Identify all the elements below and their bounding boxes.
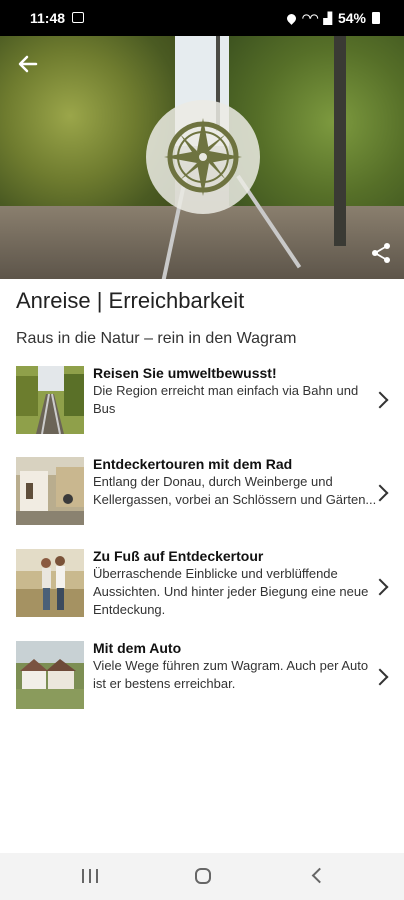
home-icon[interactable] xyxy=(195,868,211,884)
bike-thumbnail xyxy=(16,457,84,525)
system-navigation-bar xyxy=(0,853,404,900)
list-item-car[interactable]: Mit dem Auto Viele Wege führen zum Wagra… xyxy=(0,639,404,719)
status-icons: ◠◠ ▟ 54% xyxy=(285,10,380,26)
page-title: Anreise | Erreichbarkeit xyxy=(16,288,245,313)
hero-image xyxy=(0,36,404,279)
hero-pole xyxy=(334,36,346,246)
status-bar: 11:48 ◠◠ ▟ 54% xyxy=(0,0,404,36)
status-time: 11:48 xyxy=(30,10,66,26)
train-thumbnail xyxy=(16,366,84,434)
item-title: Zu Fuß auf Entdeckertour xyxy=(93,548,264,564)
list-item-text: Mit dem Auto Viele Wege führen zum Wagra… xyxy=(93,639,378,693)
list-item-text: Zu Fuß auf Entdeckertour Überraschende E… xyxy=(93,547,378,619)
location-icon xyxy=(285,11,298,25)
recent-apps-icon[interactable] xyxy=(82,869,98,883)
share-icon[interactable] xyxy=(368,240,394,266)
back-arrow-icon[interactable] xyxy=(14,50,42,78)
list-item-text: Reisen Sie umweltbewusst! Die Region err… xyxy=(93,364,378,418)
item-description: Entlang der Donau, durch Weinberge und K… xyxy=(93,474,377,507)
signal-icon: ▟ xyxy=(323,12,332,25)
battery-percent: 54% xyxy=(337,10,366,26)
wifi-icon: ◠◠ xyxy=(302,12,318,24)
list-item-bike[interactable]: Entdeckertouren mit dem Rad Entlang der … xyxy=(0,455,404,535)
list-item-text: Entdeckertouren mit dem Rad Entlang der … xyxy=(93,455,378,509)
list-item-hiking[interactable]: Zu Fuß auf Entdeckertour Überraschende E… xyxy=(0,547,404,627)
item-description: Die Region erreicht man einfach via Bahn… xyxy=(93,383,359,416)
item-title: Reisen Sie umweltbewusst! xyxy=(93,365,277,381)
gallery-icon xyxy=(72,12,84,23)
battery-icon xyxy=(372,12,380,24)
item-title: Entdeckertouren mit dem Rad xyxy=(93,456,293,472)
item-title: Mit dem Auto xyxy=(93,640,182,656)
car-thumbnail xyxy=(16,641,84,709)
page-subtitle: Raus in die Natur – rein in den Wagram xyxy=(16,330,297,347)
back-icon[interactable] xyxy=(311,867,328,884)
list-item-train[interactable]: Reisen Sie umweltbewusst! Die Region err… xyxy=(0,364,404,444)
compass-icon xyxy=(146,100,260,214)
item-description: Überraschende Einblicke und verblüffende… xyxy=(93,566,369,617)
hiking-thumbnail xyxy=(16,549,84,617)
item-description: Viele Wege führen zum Wagram. Auch per A… xyxy=(93,658,369,691)
